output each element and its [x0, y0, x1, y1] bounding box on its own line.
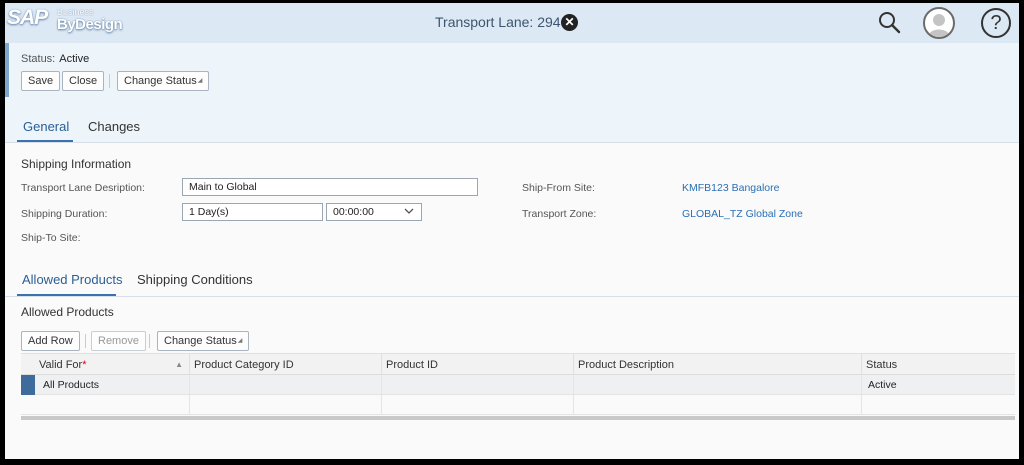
- ship-from-site-label: Ship-From Site:: [522, 182, 595, 194]
- tab-general[interactable]: General: [23, 119, 69, 134]
- column-header-valid-for[interactable]: Valid For* ▲: [35, 354, 189, 376]
- column-header-product-category-id[interactable]: Product Category ID: [189, 354, 381, 376]
- search-icon[interactable]: [877, 9, 903, 37]
- change-status-button[interactable]: Change Status◢: [117, 71, 210, 91]
- status-label: Status:: [21, 53, 56, 65]
- transport-zone-link[interactable]: GLOBAL_TZ Global Zone: [682, 208, 803, 220]
- toolbar-separator: [109, 74, 110, 88]
- change-status-label: Change Status: [124, 75, 197, 87]
- cell-status[interactable]: Active: [861, 375, 1015, 395]
- allowed-products-title: Allowed Products: [21, 305, 114, 319]
- cell-valid-for[interactable]: [39, 395, 189, 415]
- table-row[interactable]: All Products Active: [21, 375, 1015, 395]
- subtab-divider: [5, 296, 1019, 297]
- column-label: Valid For: [39, 359, 83, 371]
- object-header: Status: Active Save Close Change Status◢ …: [5, 43, 1019, 143]
- tab-shipping-conditions[interactable]: Shipping Conditions: [137, 272, 253, 287]
- cell-product-description[interactable]: [573, 395, 861, 415]
- add-row-button[interactable]: Add Row: [21, 331, 80, 351]
- close-button[interactable]: Close: [62, 71, 105, 91]
- cell-product-id[interactable]: [381, 375, 573, 395]
- transport-lane-description-label: Transport Lane Desription:: [21, 182, 145, 194]
- tab-changes[interactable]: Changes: [88, 119, 140, 134]
- dropdown-indicator-icon: ◢: [197, 78, 203, 84]
- transport-lane-description-input[interactable]: Main to Global: [182, 178, 478, 196]
- header-divider: [5, 142, 1019, 143]
- chevron-down-icon[interactable]: [403, 205, 415, 223]
- cell-status[interactable]: [861, 395, 1015, 415]
- cell-product-id[interactable]: [381, 395, 573, 415]
- column-header-product-description[interactable]: Product Description: [573, 354, 861, 376]
- horizontal-scrollbar[interactable]: [21, 416, 1015, 420]
- tab-allowed-products[interactable]: Allowed Products: [22, 272, 122, 287]
- column-header-product-id[interactable]: Product ID: [381, 354, 573, 376]
- ship-from-site-link[interactable]: KMFB123 Bangalore: [682, 182, 779, 194]
- status-value: Active: [59, 53, 90, 65]
- shipping-duration-time-value: 00:00:00: [333, 206, 374, 218]
- shipping-duration-days-input[interactable]: 1 Day(s): [182, 203, 323, 221]
- logo-line2: ByDesign: [57, 16, 123, 33]
- remove-button[interactable]: Remove: [91, 331, 146, 351]
- toolbar-separator: [85, 334, 86, 348]
- page-title: Transport Lane: 294: [435, 14, 561, 30]
- cell-valid-for[interactable]: All Products: [39, 375, 189, 395]
- shell-bar: SAP Business ByDesign Transport Lane: 29…: [5, 3, 1019, 43]
- logo-brand: SAP: [7, 6, 48, 29]
- ship-to-site-label: Ship-To Site:: [21, 232, 81, 244]
- table-header: Valid For* ▲ Product Category ID Product…: [21, 353, 1015, 376]
- user-avatar-icon[interactable]: [923, 7, 955, 39]
- row-selector[interactable]: [21, 375, 35, 395]
- shipping-information-title: Shipping Information: [21, 157, 132, 171]
- cell-product-description[interactable]: [573, 375, 861, 395]
- column-header-status[interactable]: Status: [861, 354, 1015, 376]
- dropdown-indicator-icon: ◢: [237, 338, 243, 344]
- cell-product-category-id[interactable]: [189, 375, 381, 395]
- toolbar-separator: [149, 334, 150, 348]
- transport-zone-label: Transport Zone:: [522, 208, 597, 220]
- sap-bydesign-logo[interactable]: SAP Business ByDesign: [7, 6, 132, 38]
- table-row[interactable]: [21, 395, 1015, 415]
- help-icon[interactable]: ?: [981, 8, 1011, 38]
- header-accent-bar: [5, 43, 9, 97]
- shipping-duration-time-select[interactable]: 00:00:00: [326, 203, 422, 221]
- shipping-duration-label: Shipping Duration:: [21, 208, 108, 220]
- app-window: SAP Business ByDesign Transport Lane: 29…: [5, 3, 1019, 459]
- cell-product-category-id[interactable]: [189, 395, 381, 415]
- table-change-status-button[interactable]: Change Status◢: [157, 331, 250, 351]
- status-line: Status: Active: [21, 53, 89, 65]
- sort-icon[interactable]: ▲: [175, 354, 183, 376]
- required-marker: *: [82, 359, 87, 371]
- table-change-status-label: Change Status: [164, 335, 237, 347]
- save-button[interactable]: Save: [21, 71, 61, 91]
- close-icon[interactable]: ✕: [561, 14, 578, 31]
